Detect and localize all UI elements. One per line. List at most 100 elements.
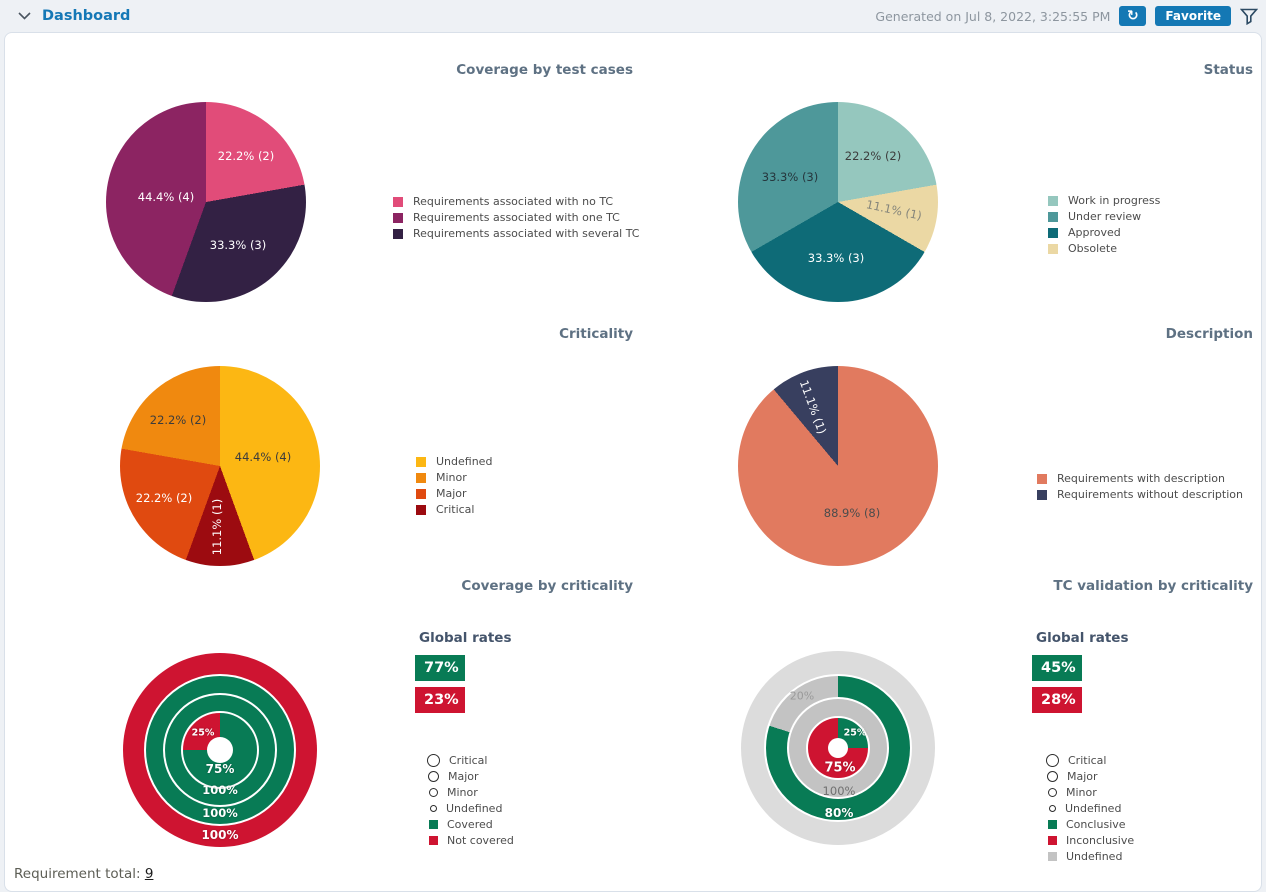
refresh-button[interactable]: ↻ [1119, 6, 1146, 26]
description-legend: Requirements with description Requiremen… [1037, 473, 1243, 505]
legend-item: Conclusive [1046, 818, 1134, 830]
favorite-button[interactable]: Favorite [1155, 6, 1231, 26]
legend-label: Undefined [446, 802, 502, 815]
global-rates-title: Global rates [1036, 630, 1129, 646]
minor-ring-icon [429, 788, 438, 797]
panel-title-criticality: Criticality [559, 326, 633, 342]
chevron-down-icon[interactable] [18, 12, 31, 20]
legend-label: Requirements associated with no TC [413, 195, 613, 208]
requirement-total-value-link[interactable]: 9 [145, 866, 154, 882]
legend-label: Critical [436, 503, 474, 516]
panel-title-coverage-by-test-cases: Coverage by test cases [456, 62, 633, 78]
legend-label: Major [448, 770, 479, 783]
status-pie-chart[interactable] [738, 102, 938, 302]
legend-swatch [1048, 852, 1057, 861]
filter-funnel-icon[interactable] [1240, 8, 1258, 25]
legend-item: Critical [427, 754, 514, 766]
legend-item: Work in progress [1048, 195, 1160, 206]
legend-label: Not covered [447, 834, 514, 847]
legend-swatch [416, 473, 426, 483]
slice-label: 22.2% (2) [150, 413, 206, 427]
legend-item: Undefined [427, 802, 514, 814]
minor-ring-icon [1048, 788, 1057, 797]
legend-swatch [429, 836, 438, 845]
legend-label: Minor [1066, 786, 1097, 799]
generated-timestamp: Generated on Jul 8, 2022, 3:25:55 PM [875, 9, 1110, 24]
slice-label: 11.1% (1) [210, 499, 224, 555]
ring-label: 75% [824, 761, 855, 776]
legend-swatch [393, 213, 403, 223]
legend-item: Undefined [1046, 802, 1134, 814]
legend-item: Critical [1046, 754, 1134, 766]
legend-swatch [1037, 474, 1047, 484]
coverage-by-criticality-legend: Critical Major Minor Undefined Covered N… [427, 754, 514, 850]
ring-label: 80% [825, 806, 854, 820]
undefined-ring-icon [1049, 805, 1056, 812]
legend-label: Undefined [1066, 850, 1122, 863]
panel-title-tc-validation-by-criticality: TC validation by criticality [1053, 578, 1253, 594]
legend-item: Critical [416, 504, 492, 515]
legend-swatch [1048, 820, 1057, 829]
legend-label: Major [1067, 770, 1098, 783]
legend-swatch [416, 489, 426, 499]
coverage-by-test-cases-pie-chart[interactable] [106, 102, 306, 302]
legend-item: Minor [427, 786, 514, 798]
legend-swatch [1048, 196, 1058, 206]
legend-item: Undefined [1046, 850, 1134, 862]
legend-label: Undefined [436, 455, 492, 468]
slice-label: 22.2% (2) [218, 149, 274, 163]
legend-label: Approved [1068, 226, 1121, 239]
ring-label: 100% [202, 783, 238, 797]
slice-label: 33.3% (3) [762, 170, 818, 184]
legend-label: Under review [1068, 210, 1141, 223]
legend-swatch [416, 457, 426, 467]
legend-item: Undefined [416, 456, 492, 467]
legend-item: Obsolete [1048, 243, 1160, 254]
ring-center-hole [828, 738, 848, 758]
ring-label: 25% [844, 728, 867, 739]
legend-label: Covered [447, 818, 493, 831]
legend-item: Requirements associated with one TC [393, 212, 640, 223]
panel-title-status: Status [1204, 62, 1253, 78]
ring-center-hole [207, 737, 233, 763]
legend-label: Requirements associated with several TC [413, 227, 640, 240]
panel-title-description: Description [1166, 326, 1253, 342]
status-legend: Work in progress Under review Approved O… [1048, 195, 1160, 259]
legend-swatch [393, 229, 403, 239]
legend-label: Conclusive [1066, 818, 1126, 831]
coverage-by-test-cases-legend: Requirements associated with no TC Requi… [393, 196, 640, 244]
slice-label: 88.9% (8) [824, 506, 880, 520]
description-pie-chart[interactable] [738, 366, 938, 566]
dashboard-page: { "header": { "title": "Dashboard", "gen… [0, 0, 1266, 891]
legend-item: Not covered [427, 834, 514, 846]
legend-label: Minor [447, 786, 478, 799]
critical-ring-icon [1046, 754, 1059, 767]
slice-label: 44.4% (4) [138, 190, 194, 204]
slice-label: 22.2% (2) [845, 149, 901, 163]
tc-validation-legend: Critical Major Minor Undefined Conclusiv… [1046, 754, 1134, 866]
legend-item: Requirements with description [1037, 473, 1243, 484]
ring-label: 25% [192, 728, 215, 739]
legend-item: Major [1046, 770, 1134, 782]
ring-label: 100% [823, 784, 856, 798]
legend-item: Requirements associated with no TC [393, 196, 640, 207]
slice-label: 44.4% (4) [235, 450, 291, 464]
requirement-total: Requirement total: 9 [14, 866, 153, 882]
legend-label: Inconclusive [1066, 834, 1134, 847]
refresh-icon: ↻ [1127, 9, 1139, 23]
legend-swatch [1048, 244, 1058, 254]
inconclusive-rate-badge: 28% [1032, 687, 1082, 713]
ring-label: 20% [790, 690, 814, 703]
legend-label: Minor [436, 471, 467, 484]
legend-label: Obsolete [1068, 242, 1117, 255]
legend-label: Undefined [1065, 802, 1121, 815]
legend-label: Requirements associated with one TC [413, 211, 620, 224]
legend-swatch [1037, 490, 1047, 500]
major-ring-icon [1047, 771, 1058, 782]
ring-label: 75% [206, 762, 235, 776]
legend-item: Covered [427, 818, 514, 830]
legend-label: Work in progress [1068, 194, 1160, 207]
panel-title-coverage-by-criticality: Coverage by criticality [461, 578, 633, 594]
legend-swatch [1048, 228, 1058, 238]
ring-label: 100% [202, 806, 238, 820]
